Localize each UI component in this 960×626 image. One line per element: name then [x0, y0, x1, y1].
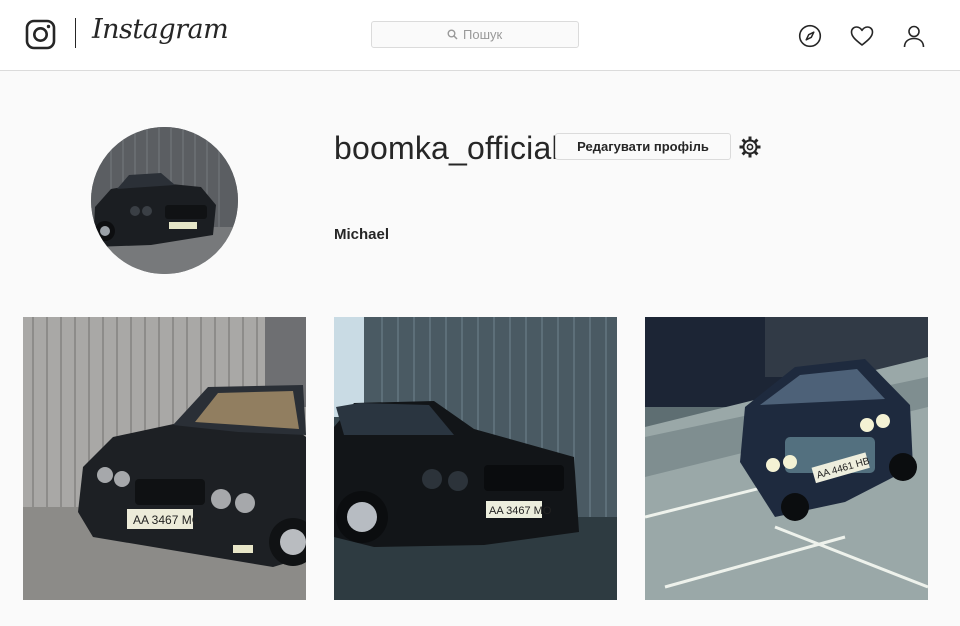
instagram-wordmark[interactable]: Instagram	[92, 14, 229, 45]
instagram-camera-icon[interactable]	[25, 19, 56, 50]
avatar-car-photo	[91, 127, 238, 274]
search-box[interactable]	[371, 21, 579, 48]
license-plate-text: AA 3467 MO	[489, 505, 552, 517]
search-input[interactable]	[463, 27, 503, 42]
edit-profile-button[interactable]: Редагувати профіль	[555, 133, 731, 160]
profile-username: boomka_official	[334, 130, 559, 166]
post-car-photo: AA 3467 MO	[334, 317, 617, 600]
post-car-photo: AA 4461 HB	[645, 317, 928, 600]
search-icon	[447, 29, 458, 40]
gear-icon[interactable]	[738, 135, 762, 159]
post-thumbnail[interactable]: AA 3467 MO	[23, 317, 306, 600]
post-car-photo: AA 3467 MO	[23, 317, 306, 600]
heart-icon[interactable]	[850, 24, 874, 48]
top-navigation-bar: Instagram	[0, 0, 960, 71]
post-thumbnail[interactable]: AA 3467 MO	[334, 317, 617, 600]
compass-icon[interactable]	[798, 24, 822, 48]
user-icon[interactable]	[902, 24, 926, 48]
license-plate-text: AA 3467 MO	[133, 513, 201, 527]
post-thumbnail[interactable]: AA 4461 HB	[645, 317, 928, 600]
logo-divider	[75, 18, 76, 48]
avatar[interactable]	[91, 127, 238, 274]
profile-full-name: Michael	[334, 226, 390, 243]
